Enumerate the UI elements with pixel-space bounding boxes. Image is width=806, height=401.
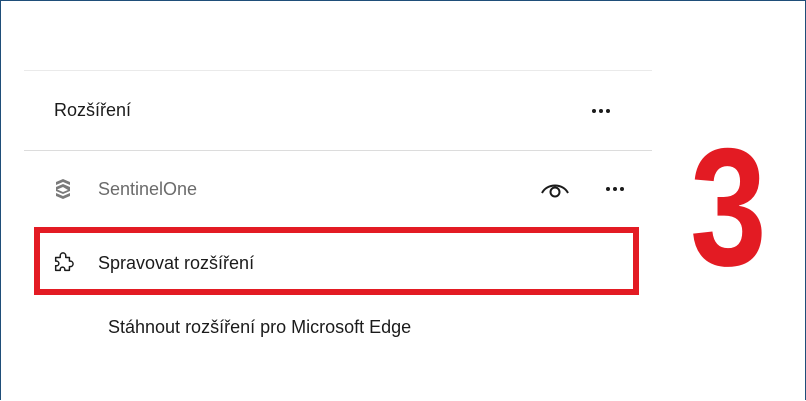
- extension-name: SentinelOne: [98, 179, 198, 199]
- more-icon: [592, 109, 610, 113]
- get-extensions-link[interactable]: Stáhnout rozšíření pro Microsoft Edge: [24, 307, 652, 353]
- menu-title: Rozšíření: [54, 100, 132, 120]
- eye-icon: [541, 184, 569, 198]
- menu-divider: [24, 150, 652, 151]
- step-number: 3: [690, 113, 767, 301]
- panel-edge: [24, 70, 652, 71]
- sentinelone-icon: [56, 179, 70, 199]
- extension-more-options-button[interactable]: [600, 174, 630, 204]
- header-more-options-button[interactable]: [586, 96, 616, 126]
- more-icon: [606, 187, 624, 191]
- extension-item-sentinelone[interactable]: SentinelOne: [24, 166, 652, 212]
- get-extensions-label: Stáhnout rozšíření pro Microsoft Edge: [108, 317, 412, 337]
- menu-header: Rozšíření: [24, 88, 652, 134]
- show-in-toolbar-button[interactable]: [538, 174, 572, 204]
- highlight-box: [34, 227, 639, 295]
